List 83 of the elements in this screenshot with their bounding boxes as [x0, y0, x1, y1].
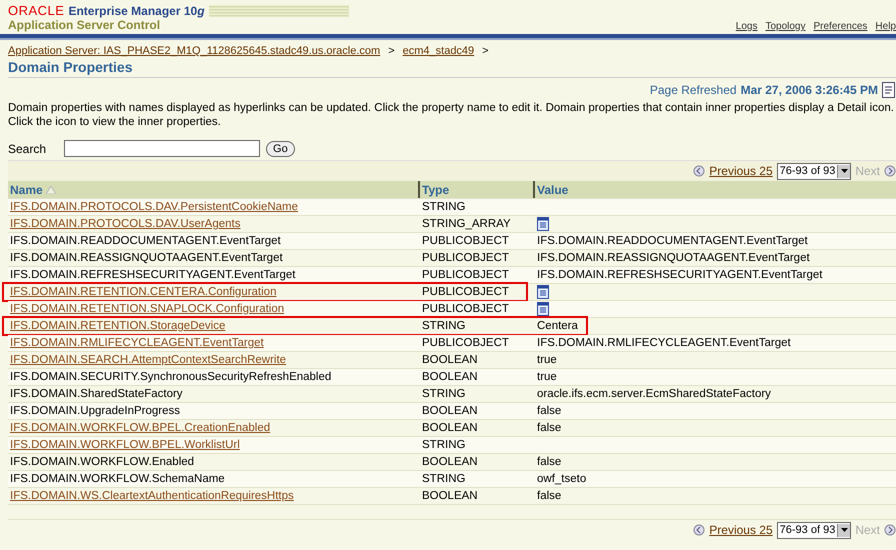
value-cell: true: [537, 354, 557, 366]
value-cell: oracle.ifs.ecm.server.EcmSharedStateFactory: [537, 388, 771, 400]
property-link[interactable]: IFS.DOMAIN.WS.CleartextAuthenticationRequiresHttps: [10, 490, 294, 502]
type-cell-text: PUBLICOBJECT: [421, 302, 510, 317]
type-cell-text: STRING: [421, 387, 466, 402]
type-cell-text: PUBLICOBJECT: [421, 268, 510, 283]
type-cell-text: PUBLICOBJECT: [421, 234, 510, 249]
details-icon[interactable]: [537, 217, 549, 231]
refresh-label: Page Refreshed: [650, 83, 737, 97]
range-select[interactable]: 76-93 of 93: [776, 522, 852, 538]
property-name: IFS.DOMAIN.READDOCUMENTAGENT.EventTarget: [10, 235, 281, 247]
type-cell-text: STRING: [421, 438, 466, 453]
property-name: IFS.DOMAIN.REASSIGNQUOTAAGENT.EventTarget: [10, 252, 283, 264]
property-link[interactable]: IFS.DOMAIN.SEARCH.AttemptContextSearchRewrite: [10, 354, 286, 366]
product-name: Enterprise Manager 10g: [68, 4, 205, 18]
details-icon[interactable]: [537, 285, 549, 299]
type-cell-text: PUBLICOBJECT: [421, 251, 510, 266]
type-cell-text: PUBLICOBJECT: [421, 336, 510, 351]
details-icon[interactable]: [537, 302, 549, 316]
property-link[interactable]: IFS.DOMAIN.RETENTION.CENTERA.Configuration: [10, 286, 276, 298]
search-label: Search: [8, 142, 46, 156]
value-cell: false: [537, 422, 562, 434]
property-link[interactable]: IFS.DOMAIN.WORKFLOW.BPEL.WorklistUrl: [10, 439, 240, 451]
value-cell: false: [537, 405, 562, 417]
value-cell: true: [537, 371, 557, 383]
type-cell-text: BOOLEAN: [421, 404, 479, 419]
previous-link[interactable]: Previous 25: [709, 164, 773, 178]
header-link[interactable]: Help: [875, 21, 896, 32]
property-link[interactable]: IFS.DOMAIN.WORKFLOW.BPEL.CreationEnabled: [10, 422, 270, 434]
next-icon: [884, 165, 896, 177]
type-cell-text: BOOLEAN: [421, 370, 479, 385]
value-cell: IFS.DOMAIN.RMLIFECYCLEAGENT.EventTarget: [537, 337, 791, 349]
go-button[interactable]: Go: [266, 140, 295, 156]
refresh-time: Mar 27, 2006 3:26:45 PM: [740, 83, 878, 97]
breadcrumb-separator: >: [388, 45, 395, 57]
property-name: IFS.DOMAIN.WORKFLOW.Enabled: [10, 456, 194, 468]
previous-link[interactable]: Previous 25: [709, 523, 773, 537]
breadcrumb-link[interactable]: ecm4_stadc49: [402, 45, 474, 57]
refresh-icon[interactable]: [882, 82, 896, 98]
previous-icon[interactable]: [693, 165, 706, 177]
brand-logo: ORACLE: [8, 4, 64, 18]
value-cell: false: [537, 490, 562, 502]
property-link[interactable]: IFS.DOMAIN.PROTOCOLS.DAV.PersistentCookieName: [10, 201, 298, 213]
property-name: IFS.DOMAIN.UpgradeInProgress: [10, 405, 180, 417]
breadcrumb-link[interactable]: Application Server: IAS_PHASE2_M1Q_1128625645.stadc49.us.oracle.com: [8, 45, 380, 57]
header-link[interactable]: Preferences: [814, 21, 868, 32]
property-link[interactable]: IFS.DOMAIN.RETENTION.SNAPLOCK.Configuration: [10, 303, 284, 315]
type-cell-text: STRING: [421, 319, 466, 334]
breadcrumb-separator: >: [482, 45, 489, 57]
type-cell-text: BOOLEAN: [421, 421, 479, 436]
property-link[interactable]: IFS.DOMAIN.RETENTION.StorageDevice: [10, 320, 226, 332]
property-name: IFS.DOMAIN.SECURITY.SynchronousSecurityRefreshEnabled: [10, 371, 332, 383]
type-cell-text: BOOLEAN: [421, 353, 479, 368]
caret-icon: [840, 528, 848, 532]
stripes-icon: [208, 5, 349, 17]
sort-icon: [46, 186, 56, 194]
type-cell-text: BOOLEAN: [421, 455, 479, 470]
header-link[interactable]: Topology: [765, 21, 806, 32]
property-link[interactable]: IFS.DOMAIN.RMLIFECYCLEAGENT.EventTarget: [10, 337, 264, 349]
value-cell: IFS.DOMAIN.READDOCUMENTAGENT.EventTarget: [537, 235, 808, 247]
search-field[interactable]: [64, 140, 260, 157]
type-cell-text: PUBLICOBJECT: [421, 285, 510, 300]
type-cell-text: STRING_ARRAY: [421, 217, 512, 232]
caret-icon: [840, 169, 848, 173]
product-subtitle: Application Server Control: [8, 18, 162, 32]
property-name: IFS.DOMAIN.SharedStateFactory: [10, 388, 183, 400]
type-cell-text: STRING: [421, 472, 466, 487]
next-icon: [884, 524, 896, 536]
property-name: IFS.DOMAIN.WORKFLOW.SchemaName: [10, 473, 225, 485]
range-select[interactable]: 76-93 of 93: [776, 162, 852, 180]
value-cell: IFS.DOMAIN.REASSIGNQUOTAAGENT.EventTarget: [537, 252, 810, 264]
type-cell-text: BOOLEAN: [421, 489, 479, 504]
previous-icon[interactable]: [693, 524, 706, 536]
property-name: IFS.DOMAIN.REFRESHSECURITYAGENT.EventTarget: [10, 269, 296, 281]
header-link[interactable]: Logs: [736, 21, 758, 32]
value-cell: Centera: [537, 320, 578, 332]
value-cell: IFS.DOMAIN.REFRESHSECURITYAGENT.EventTarget: [537, 269, 822, 281]
type-cell-text: STRING: [421, 200, 466, 215]
description-text: Domain properties with names displayed as hyperlinks can be updated. Click the property name to edit it. Domain properties that contain inner properties display a Detail icon. Click the icon to view the inner properties.: [8, 101, 895, 129]
value-cell: false: [537, 456, 562, 468]
value-cell: owf_tseto: [537, 473, 586, 485]
property-link[interactable]: IFS.DOMAIN.PROTOCOLS.DAV.UserAgents: [10, 218, 240, 230]
page-title: Domain Properties: [8, 59, 896, 78]
